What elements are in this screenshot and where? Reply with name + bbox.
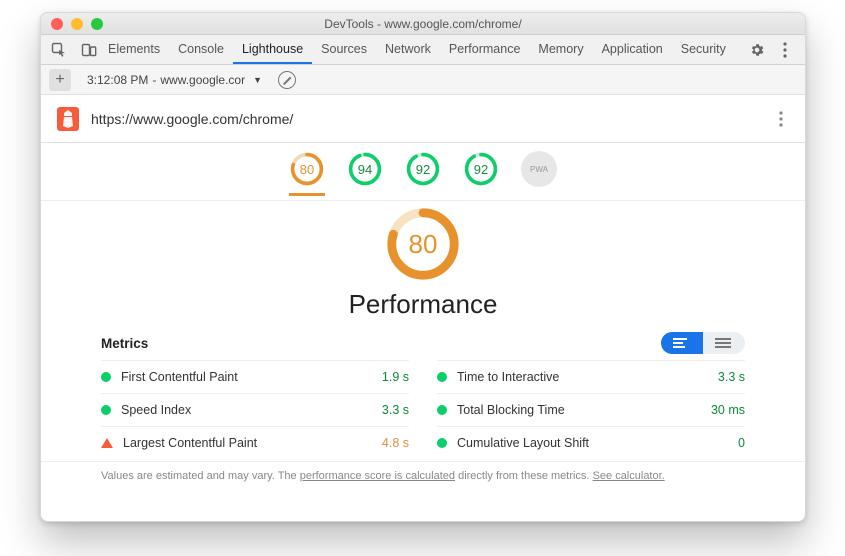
- devtools-window: DevTools - www.google.com/chrome/ Elemen…: [40, 12, 806, 522]
- report-url: https://www.google.com/chrome/: [91, 111, 773, 127]
- metrics-grid: First Contentful Paint 1.9 s Time to Int…: [101, 360, 745, 459]
- metric-lcp: Largest Contentful Paint 4.8 s: [101, 426, 409, 459]
- status-good-icon: [101, 372, 111, 382]
- chevron-down-icon: ▼: [253, 75, 262, 85]
- more-icon[interactable]: [777, 42, 793, 58]
- window-titlebar: DevTools - www.google.com/chrome/: [41, 13, 805, 35]
- view-detailed-icon[interactable]: [661, 332, 703, 354]
- status-warn-icon: [101, 438, 113, 448]
- metrics-heading: Metrics: [101, 336, 148, 351]
- metric-tti: Time to Interactive 3.3 s: [437, 360, 745, 393]
- inspect-icon[interactable]: [49, 40, 69, 60]
- devtools-tabs: Elements Console Lighthouse Sources Netw…: [41, 35, 805, 65]
- window-title: DevTools - www.google.com/chrome/: [41, 17, 805, 31]
- score-calc-link[interactable]: performance score is calculated: [300, 470, 455, 482]
- metric-value: 30 ms: [711, 403, 745, 417]
- report-selector[interactable]: 3:12:08 PM - www.google.cor ▼: [81, 73, 268, 87]
- metric-value: 3.3 s: [718, 370, 745, 384]
- dial-performance[interactable]: 80: [289, 151, 325, 196]
- metrics-footnote: Values are estimated and may vary. The p…: [41, 461, 805, 482]
- view-compact-icon[interactable]: [703, 332, 745, 354]
- tab-network[interactable]: Network: [376, 35, 440, 64]
- see-calculator-link[interactable]: See calculator.: [593, 470, 665, 482]
- tab-performance[interactable]: Performance: [440, 35, 530, 64]
- status-good-icon: [437, 405, 447, 415]
- category-title: Performance: [41, 289, 805, 320]
- category-dials: 80 94 92 92 PWA: [41, 143, 805, 201]
- dial-seo[interactable]: 92: [463, 151, 499, 196]
- gear-icon[interactable]: [749, 42, 765, 58]
- metric-tbt: Total Blocking Time 30 ms: [437, 393, 745, 426]
- lh-context-bar: + 3:12:08 PM - www.google.cor ▼: [41, 65, 805, 95]
- device-icon[interactable]: [79, 40, 99, 60]
- category-score: 80: [384, 205, 462, 283]
- tab-memory[interactable]: Memory: [529, 35, 592, 64]
- metric-value: 4.8 s: [382, 436, 409, 450]
- metric-fcp: First Contentful Paint 1.9 s: [101, 360, 409, 393]
- tab-lighthouse[interactable]: Lighthouse: [233, 35, 312, 64]
- status-good-icon: [437, 438, 447, 448]
- category-summary: 80 Performance: [41, 201, 805, 324]
- metric-si: Speed Index 3.3 s: [101, 393, 409, 426]
- clear-icon[interactable]: [278, 71, 296, 89]
- report-menu-icon[interactable]: [773, 111, 789, 127]
- category-score-dial: 80: [384, 205, 462, 283]
- tab-sources[interactable]: Sources: [312, 35, 376, 64]
- metrics-view-toggle[interactable]: [661, 332, 745, 354]
- metric-value: 0: [738, 436, 745, 450]
- lh-url-bar: https://www.google.com/chrome/: [41, 95, 805, 143]
- tab-security[interactable]: Security: [672, 35, 735, 64]
- dial-best-practices[interactable]: 92: [405, 151, 441, 196]
- metric-value: 1.9 s: [382, 370, 409, 384]
- metric-cls: Cumulative Layout Shift 0: [437, 426, 745, 459]
- lighthouse-icon: [57, 107, 79, 131]
- new-report-button[interactable]: +: [49, 69, 71, 91]
- status-good-icon: [101, 405, 111, 415]
- tab-elements[interactable]: Elements: [99, 35, 169, 64]
- dial-pwa[interactable]: PWA: [521, 151, 557, 196]
- tab-application[interactable]: Application: [593, 35, 672, 64]
- dial-accessibility[interactable]: 94: [347, 151, 383, 196]
- tab-console[interactable]: Console: [169, 35, 233, 64]
- status-good-icon: [437, 372, 447, 382]
- metric-value: 3.3 s: [382, 403, 409, 417]
